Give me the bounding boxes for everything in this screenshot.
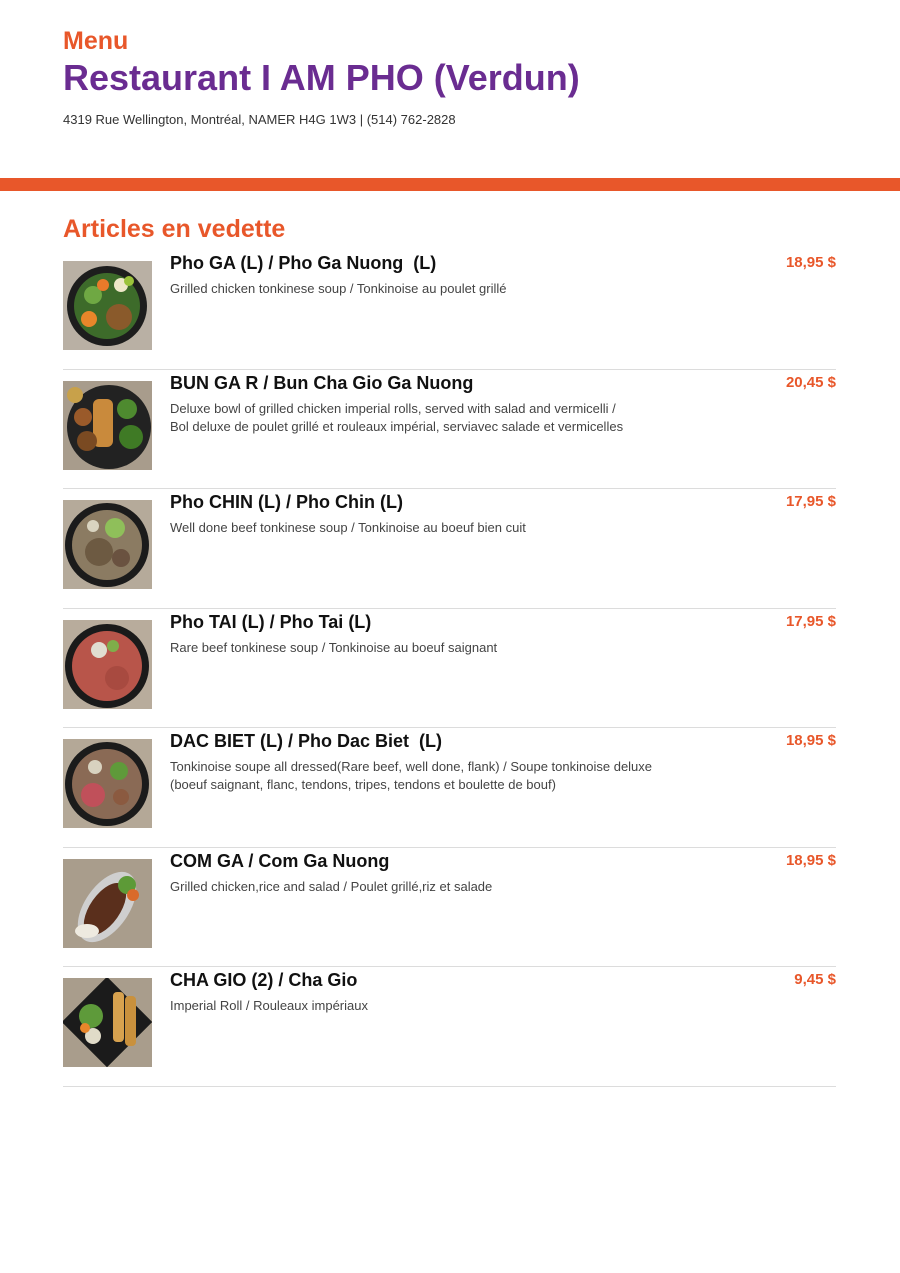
pho-chin-photo — [63, 500, 152, 589]
item-name: COM GA / Com Ga Nuong — [170, 850, 390, 871]
header-divider-bar — [0, 178, 900, 191]
item-price: 18,95 $ — [785, 851, 836, 869]
restaurant-name: Restaurant I AM PHO (Verdun) — [63, 57, 580, 98]
menu-header: Menu Restaurant I AM PHO (Verdun) 4319 R… — [63, 26, 843, 128]
item-description: Tonkinoise soupe all dressed(Rare beef, … — [170, 758, 730, 794]
item-description-line: Rare beef tonkinese soup / Tonkinoise au… — [170, 639, 498, 655]
item-description-line: Imperial Roll / Rouleaux impériaux — [170, 998, 368, 1013]
item-description-line: Bol deluxe de poulet grillé et rouleaux … — [170, 418, 624, 434]
item-name: CHA GIO (2) / Cha Gio — [170, 970, 358, 990]
menu-item: COM GA / Com Ga Nuong 18,95 $ Grilled chic… — [63, 848, 836, 967]
item-description-line: Tonkinoise soupe all dressed(Rare beef, … — [170, 759, 653, 774]
bun-ga-photo — [63, 380, 152, 470]
item-name: Pho TAI (L) / Pho Tai (L) — [170, 611, 372, 632]
restaurant-address: 4319 Rue Wellington, Montréal, NAMER H4G… — [63, 112, 456, 127]
featured-items-list: Pho GA (L) / Pho Ga Nuong (L) 18,95 $ Gril… — [63, 250, 836, 1087]
item-price: 18,95 $ — [785, 732, 836, 749]
pho-ga-photo — [63, 261, 152, 350]
item-name: DAC BIET (L) / Pho Dac Biet (L) — [170, 731, 442, 751]
item-description-line: (boeuf saignant, flanc, tendons, tripes,… — [170, 777, 556, 792]
dac-biet-photo — [63, 739, 152, 828]
item-description-line: Deluxe bowl of grilled chicken imperial … — [170, 400, 616, 416]
item-description-line: Grilled chicken,rice and salad / Poulet … — [170, 878, 493, 894]
item-description-line: Grilled chicken tonkinese soup / Tonkino… — [170, 281, 507, 296]
item-price: 9,45 $ — [794, 971, 836, 988]
com-ga-photo — [63, 858, 152, 948]
menu-item: CHA GIO (2) / Cha Gio 9,45 $ Imperial Roll… — [63, 967, 836, 1087]
item-price: 17,95 $ — [785, 612, 836, 630]
item-price: 17,95 $ — [785, 493, 836, 510]
menu-item: Pho TAI (L) / Pho Tai (L) 17,95 $ Rare bee… — [63, 609, 836, 728]
item-description: Well done beef tonkinese soup / Tonkinoi… — [170, 519, 730, 537]
section-title: Articles en vedette — [63, 215, 286, 243]
item-description: Rare beef tonkinese soup / Tonkinoise au… — [170, 639, 730, 657]
pho-tai-photo — [63, 619, 152, 709]
menu-item: Pho GA (L) / Pho Ga Nuong (L) 18,95 $ Gril… — [63, 250, 836, 370]
item-description: Deluxe bowl of grilled chicken imperial … — [170, 400, 730, 436]
menu-label: Menu — [63, 27, 129, 55]
item-description: Imperial Roll / Rouleaux impériaux — [170, 997, 730, 1015]
item-price: 18,95 $ — [785, 254, 836, 271]
item-name: Pho GA (L) / Pho Ga Nuong (L) — [170, 253, 437, 273]
menu-item: Pho CHIN (L) / Pho Chin (L) 17,95 $ Well d… — [63, 489, 836, 609]
item-price: 20,45 $ — [785, 373, 836, 391]
item-description-line: Well done beef tonkinese soup / Tonkinoi… — [170, 520, 526, 535]
menu-item: BUN GA R / Bun Cha Gio Ga Nuong 20,45 $ De… — [63, 370, 836, 489]
item-description: Grilled chicken,rice and salad / Poulet … — [170, 878, 730, 896]
cha-gio-photo — [63, 978, 152, 1067]
item-description: Grilled chicken tonkinese soup / Tonkino… — [170, 280, 730, 298]
item-name: Pho CHIN (L) / Pho Chin (L) — [170, 492, 403, 512]
menu-item: DAC BIET (L) / Pho Dac Biet (L) 18,95 $ To… — [63, 728, 836, 848]
item-name: BUN GA R / Bun Cha Gio Ga Nuong — [170, 372, 474, 393]
